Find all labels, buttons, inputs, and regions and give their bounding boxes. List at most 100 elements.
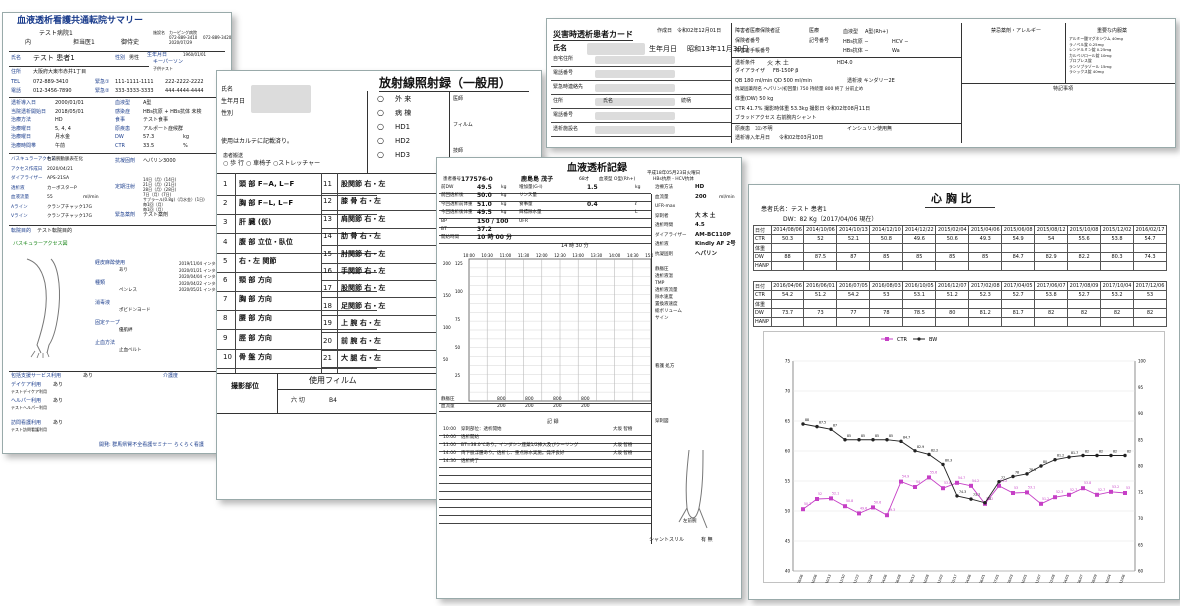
ctr-cell: 50.6	[935, 234, 970, 244]
daycare-note: テストデイケア利用	[11, 389, 47, 394]
rule-line	[551, 66, 731, 67]
radiation-row-text: 肋 骨 右・左	[341, 232, 381, 241]
rule-line	[439, 403, 651, 404]
radiation-row-text: 骨 盤 方向	[239, 352, 272, 361]
ctr-cell: 2015/08/12	[1034, 225, 1069, 235]
insurance-key: 障害者手帳番号	[735, 48, 771, 54]
ctr-data-label: 49.6	[860, 506, 867, 510]
em-qb: QB 180 ml/min QD 500 ml/min	[735, 78, 812, 84]
bp-tick-label: 50	[443, 357, 449, 362]
keyperson-value: 子供テスト	[153, 66, 173, 71]
emergency1-value: 111-1111-1111	[115, 79, 154, 85]
ctr-cell: 2016/07/05	[836, 281, 871, 291]
radiation-patient-label: 性別	[221, 110, 234, 117]
ctr-data-label: 50.8	[846, 499, 853, 503]
ctr-table-row: 日付 2014/08/06 2014/10/06 2014/10/13 2014/12/…	[753, 225, 1167, 235]
rule-line	[439, 515, 651, 516]
ctr-table-row: DW 73.7 73 77 78 78.5 80 81.2 81.7 82 82 82 82	[753, 308, 1167, 318]
ctr-point	[801, 507, 805, 512]
bw-point	[1053, 458, 1057, 462]
service-label: 包括支援サービス利用	[11, 373, 62, 379]
radiation-row-text: 股関節 右・左	[341, 180, 386, 188]
right-tick-label: 70	[1138, 516, 1144, 521]
dialysis-right-unit: ml/min	[719, 194, 735, 200]
emergency-field-label: 透析施設名	[553, 126, 579, 132]
dialysis-side-item: サイン	[655, 316, 669, 321]
ctr-cell	[869, 261, 904, 271]
right-tick-label: 80	[1138, 464, 1144, 469]
rule-line	[217, 195, 377, 196]
radiation-row-number: 1	[223, 180, 228, 188]
rule-line	[439, 243, 651, 245]
ctr-data-label: 52.7	[1070, 488, 1077, 492]
ctr-data-label: 53.1	[1028, 485, 1035, 489]
access-value: クランプチャック17G	[47, 214, 93, 219]
dialysis-row-value: 50.0	[477, 192, 492, 200]
ctr-cell	[803, 317, 838, 327]
bw-point	[1025, 472, 1029, 476]
bw-data-label: 78.5	[1029, 468, 1036, 472]
em-dialysate: 透析液 キンダリー2E	[847, 78, 895, 84]
ctr-cell	[836, 261, 871, 271]
em-redacted-name	[587, 43, 645, 55]
ctr-table-row: 日付 2016/04/06 2016/06/01 2016/07/05 2016/08/…	[753, 281, 1167, 291]
dialysis-mid-key: リンス量	[519, 193, 537, 199]
radio-circle-icon: ○	[377, 94, 384, 103]
ctr-cell	[1067, 317, 1102, 327]
ctr-cell: 51.2	[935, 290, 970, 300]
radiation-row-number: 7	[223, 295, 228, 304]
left-tick-label: 55	[785, 479, 791, 484]
insurance-key: 障害者医療保険者証	[735, 28, 781, 34]
dialysis-right-key: 透析液	[655, 242, 669, 247]
ctr-row-label: HANP	[753, 261, 772, 271]
radiation-row-number: 19	[323, 319, 332, 328]
ctr-cell	[1100, 261, 1135, 271]
dialysis-side-item: 置換液速度	[655, 302, 678, 307]
dialysis-blood: 血液型 O型(Rh+)	[599, 177, 636, 182]
ctr-cell	[902, 243, 937, 253]
time-tick-label: 12:30	[554, 253, 566, 258]
ctr-cell: 82	[1067, 308, 1102, 318]
ctr-table-row: CTR 54.2 51.2 54.2 53 53.1 51.2 52.3 52.7 53.8 52.…	[753, 290, 1167, 300]
transport-options: ○ 歩 行 ○ 車椅子 ○ストレッチャー	[223, 160, 321, 167]
bw-data-label: 73.7	[973, 493, 980, 497]
summary-right-key: 血液型	[115, 100, 131, 106]
ctr-point	[1039, 501, 1043, 506]
dialysis-row-key: 前DW	[441, 185, 454, 190]
ctr-data-label: 54.2	[972, 479, 979, 483]
radiation-patient-label: 氏名	[221, 86, 234, 93]
ctr-point	[1095, 492, 1099, 497]
ctr-cell	[1034, 243, 1069, 253]
left-tick-label: 50	[785, 509, 791, 514]
ctr-cell	[1133, 317, 1167, 327]
summary-left-value: 2000/01/01	[55, 100, 84, 106]
ctr-cell: 54	[1034, 234, 1069, 244]
radiation-row-number: 16	[323, 267, 332, 275]
em-hbs2: HBs抗体 −	[843, 48, 869, 54]
ctr-cell	[1100, 243, 1135, 253]
right-tick-label: 95	[1138, 385, 1144, 390]
dialysis-side-item: 総ボリューム	[655, 309, 682, 314]
summary-right-key: 原疾患	[115, 125, 131, 132]
ctr-cell: 52	[803, 234, 838, 244]
ctr-cell	[968, 299, 1003, 309]
time-tick-label: 11:30	[518, 253, 530, 258]
tel-label: TEL	[11, 79, 20, 85]
ctr-cell: 2017/10/04	[1100, 281, 1135, 291]
dialysis-right-key: 血流量	[655, 194, 669, 200]
radiation-row-number: 21	[323, 354, 332, 362]
record-author: 大坂 智樹	[613, 451, 633, 456]
time-tick-label: 13:00	[572, 253, 584, 258]
bw-data-label: 78	[1015, 471, 1019, 475]
ctr-cell: 85	[968, 252, 1003, 262]
ctr-cell: 73.7	[770, 308, 805, 318]
radiation-row-number: 12	[323, 197, 332, 206]
dialysis-mid-key: UFR	[519, 218, 529, 224]
ctr-cell: 2014/10/06	[803, 225, 838, 235]
access-key: ダイアライザー	[11, 176, 43, 181]
bw-data-label: 80.3	[945, 458, 952, 462]
record-text: 透析開始	[461, 435, 479, 440]
ctr-cell: 2016/10/05	[902, 281, 937, 291]
em-start-label: 透析導入年月日	[735, 135, 771, 141]
summary-left-key: 治療時間帯	[11, 142, 37, 149]
